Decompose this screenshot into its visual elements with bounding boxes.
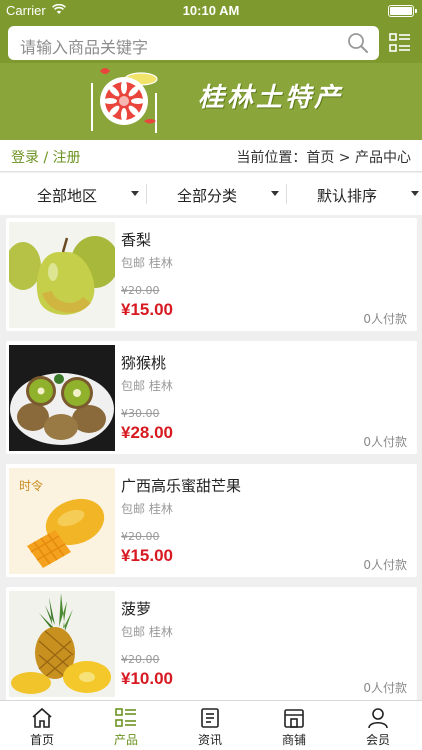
product-image-pineapple[interactable]: [9, 591, 115, 697]
category-menu-icon[interactable]: [388, 31, 412, 59]
product-image-mango[interactable]: 时令: [9, 468, 115, 574]
dropdown-caret-icon: [271, 191, 279, 196]
filter-bar: 全部地区 全部分类 默认排序: [0, 173, 422, 215]
tab-news-label: 资讯: [197, 733, 222, 747]
search-icon[interactable]: [347, 32, 369, 58]
original-price: ¥20.00: [121, 653, 160, 666]
banner[interactable]: 桂林土特产: [0, 63, 422, 140]
filter-category[interactable]: 全部分类: [147, 173, 287, 215]
paid-count: 0人付款: [363, 558, 407, 572]
home-icon: [30, 706, 54, 734]
tab-member-label: 会员: [365, 733, 390, 747]
product-name: 香梨: [121, 231, 152, 249]
paid-count: 0人付款: [363, 681, 407, 695]
original-price: ¥30.00: [121, 407, 160, 420]
product-image-kiwi[interactable]: [9, 345, 115, 451]
battery-icon: [388, 5, 417, 17]
tab-shop-label: 商铺: [281, 733, 306, 747]
original-price: ¥20.00: [121, 530, 160, 543]
banner-title: 桂林土特产: [198, 83, 344, 113]
product-card[interactable]: 时令 广西高乐蜜甜芒果 包邮 桂林 ¥20.00 ¥15.00 0人付款: [6, 464, 417, 577]
product-tags: 包邮 桂林: [121, 256, 173, 270]
tab-shop[interactable]: 商铺: [252, 701, 336, 750]
current-price: ¥10.00: [121, 669, 173, 688]
filter-category-label: 全部分类: [176, 187, 237, 205]
product-image-pear[interactable]: [9, 222, 115, 328]
current-price: ¥15.00: [121, 546, 173, 565]
paid-count: 0人付款: [363, 435, 407, 449]
dropdown-caret-icon: [411, 191, 419, 196]
original-price: ¥20.00: [121, 284, 160, 297]
news-icon: [198, 706, 222, 734]
tab-member[interactable]: 会员: [336, 701, 420, 750]
tab-home[interactable]: 首页: [0, 701, 84, 750]
breadcrumb: 当前位置：首页 > 产品中心: [236, 150, 411, 166]
filter-region[interactable]: 全部地区: [7, 173, 147, 215]
tab-product-label: 产品: [113, 733, 138, 747]
tab-product[interactable]: 产品: [84, 701, 168, 750]
food-plate-icon: [86, 63, 186, 140]
search-input[interactable]: 请输入商品关键字: [8, 26, 379, 60]
filter-sort[interactable]: 默认排序: [287, 173, 422, 215]
bottom-tab-bar: 首页 产品 资讯 商铺 会员: [0, 700, 422, 750]
product-card[interactable]: 香梨 包邮 桂林 ¥20.00 ¥15.00 0人付款: [6, 218, 417, 331]
current-price: ¥15.00: [121, 300, 173, 319]
member-icon: [366, 706, 390, 734]
login-register-link[interactable]: 登录 / 注册: [11, 147, 81, 167]
product-tags: 包邮 桂林: [121, 625, 173, 639]
product-tags: 包邮 桂林: [121, 379, 173, 393]
clock-time: 10:10 AM: [182, 3, 240, 18]
shop-icon: [282, 706, 306, 734]
product-name: 猕猴桃: [121, 354, 167, 372]
breadcrumb-bar: 登录 / 注册 当前位置：首页 > 产品中心: [0, 140, 422, 172]
product-list-icon: [114, 706, 138, 734]
top-bar: Carrier 10:10 AM 请输入商品关键字: [0, 0, 422, 63]
dropdown-caret-icon: [131, 191, 139, 196]
product-tags: 包邮 桂林: [121, 502, 173, 516]
image-caption: 时令: [19, 478, 43, 493]
product-name: 菠萝: [121, 600, 152, 618]
search-placeholder: 请输入商品关键字: [20, 38, 149, 57]
product-name: 广西高乐蜜甜芒果: [121, 477, 242, 495]
paid-count: 0人付款: [363, 312, 407, 326]
current-price: ¥28.00: [121, 423, 173, 442]
filter-sort-label: 默认排序: [316, 187, 377, 205]
status-bar: Carrier 10:10 AM: [0, 0, 422, 22]
product-card[interactable]: 菠萝 包邮 桂林 ¥20.00 ¥10.00 0人付款: [6, 587, 417, 700]
tab-news[interactable]: 资讯: [168, 701, 252, 750]
tab-home-label: 首页: [29, 733, 54, 747]
product-card[interactable]: 猕猴桃 包邮 桂林 ¥30.00 ¥28.00 0人付款: [6, 341, 417, 454]
filter-region-label: 全部地区: [36, 187, 97, 205]
